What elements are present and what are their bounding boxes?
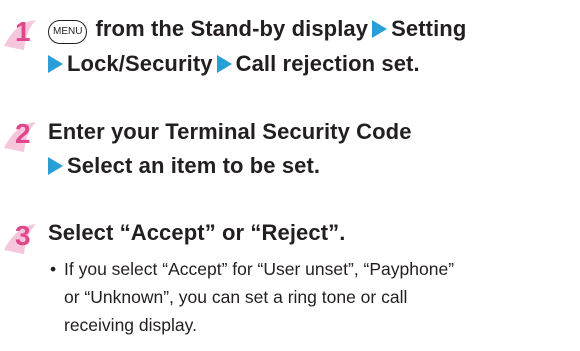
step-1-line-1: MENU from the Stand-by display Setting bbox=[48, 15, 466, 44]
right-triangle-arrow-icon bbox=[48, 55, 63, 73]
step-2-number-badge: 2 bbox=[2, 118, 46, 154]
step-number: 2 bbox=[15, 118, 31, 149]
step-text: Select “Accept” or “Reject”. bbox=[48, 220, 346, 245]
step-3-line-1: Select “Accept” or “Reject”. bbox=[48, 219, 345, 247]
step-text: from the Stand-by display bbox=[95, 16, 369, 41]
right-triangle-arrow-icon bbox=[372, 20, 388, 38]
note-line: or “Unknown”, you can set a ring tone or… bbox=[64, 287, 408, 307]
step-text: Enter your Terminal Security Code bbox=[48, 119, 412, 144]
step-2-line-1: Enter your Terminal Security Code bbox=[48, 118, 412, 146]
menu-item-call-rejection-set: Call rejection set. bbox=[235, 51, 420, 76]
step-number: 3 bbox=[15, 220, 31, 251]
right-triangle-arrow-icon bbox=[48, 157, 63, 175]
note-line: receiving display. bbox=[64, 315, 197, 335]
menu-key-icon: MENU bbox=[48, 20, 88, 44]
step-text: Select an item to be set. bbox=[67, 153, 321, 178]
menu-item-lock-security: Lock/Security bbox=[67, 51, 213, 76]
step-1-number-badge: 1 bbox=[2, 16, 46, 52]
step-3-note: • If you select “Accept” for “User unset… bbox=[50, 257, 570, 337]
bullet: • bbox=[50, 259, 57, 279]
menu-item-setting: Setting bbox=[391, 16, 467, 41]
note-line: If you select “Accept” for “User unset”,… bbox=[64, 259, 455, 279]
step-2-line-2: Select an item to be set. bbox=[48, 152, 320, 180]
right-triangle-arrow-icon bbox=[216, 55, 232, 73]
step-number: 1 bbox=[15, 16, 31, 47]
step-1-line-2: Lock/Security Call rejection set. bbox=[48, 50, 420, 78]
step-3-number-badge: 3 bbox=[2, 220, 46, 256]
